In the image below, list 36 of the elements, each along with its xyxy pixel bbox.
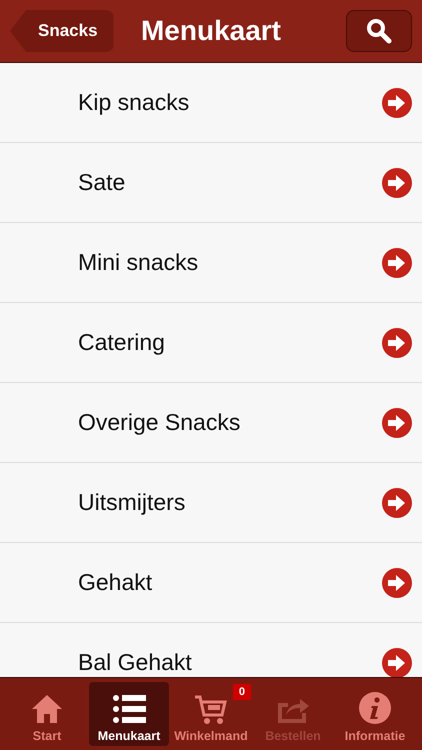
item-label: Overige Snacks: [78, 409, 240, 436]
menu-list-item[interactable]: Mini snacks: [0, 223, 422, 303]
home-icon: [31, 693, 63, 725]
menu-list-item[interactable]: Kip snacks: [0, 63, 422, 143]
arrow-right-icon: [382, 488, 412, 518]
item-label: Mini snacks: [78, 249, 198, 276]
item-label: Gehakt: [78, 569, 152, 596]
menu-list-item[interactable]: Sate: [0, 143, 422, 223]
tab-button[interactable]: 0 Winkelmand: [171, 682, 251, 746]
item-label: Catering: [78, 329, 165, 356]
info-icon: [358, 691, 392, 725]
menu-list-item[interactable]: Catering: [0, 303, 422, 383]
search-icon: [366, 18, 392, 44]
arrow-right-icon: [382, 248, 412, 278]
tab-button[interactable]: Menukaart: [89, 682, 169, 746]
item-label: Kip snacks: [78, 89, 190, 116]
item-label: Sate: [78, 169, 126, 196]
cart-icon: [194, 693, 228, 725]
back-button[interactable]: Snacks: [10, 10, 114, 52]
tab-button[interactable]: Informatie: [335, 682, 415, 746]
arrow-right-icon: [382, 168, 412, 198]
search-button[interactable]: [346, 10, 412, 52]
menu-list-item[interactable]: Overige Snacks: [0, 383, 422, 463]
arrow-right-icon: [382, 568, 412, 598]
item-label: Bal Gehakt: [78, 649, 192, 676]
item-label: Uitsmijters: [78, 489, 186, 516]
page-title: Menukaart: [140, 15, 282, 47]
arrow-right-icon: [382, 328, 412, 358]
tab-button[interactable]: Start: [7, 682, 87, 746]
count-badge: 0: [232, 684, 251, 700]
menu-icon: [112, 693, 146, 725]
menu-list-item[interactable]: Uitsmijters: [0, 463, 422, 543]
arrow-right-icon: [382, 408, 412, 438]
arrow-right-icon: [382, 648, 412, 677]
menu-list-item[interactable]: Gehakt: [0, 543, 422, 623]
arrow-right-icon: [382, 88, 412, 118]
